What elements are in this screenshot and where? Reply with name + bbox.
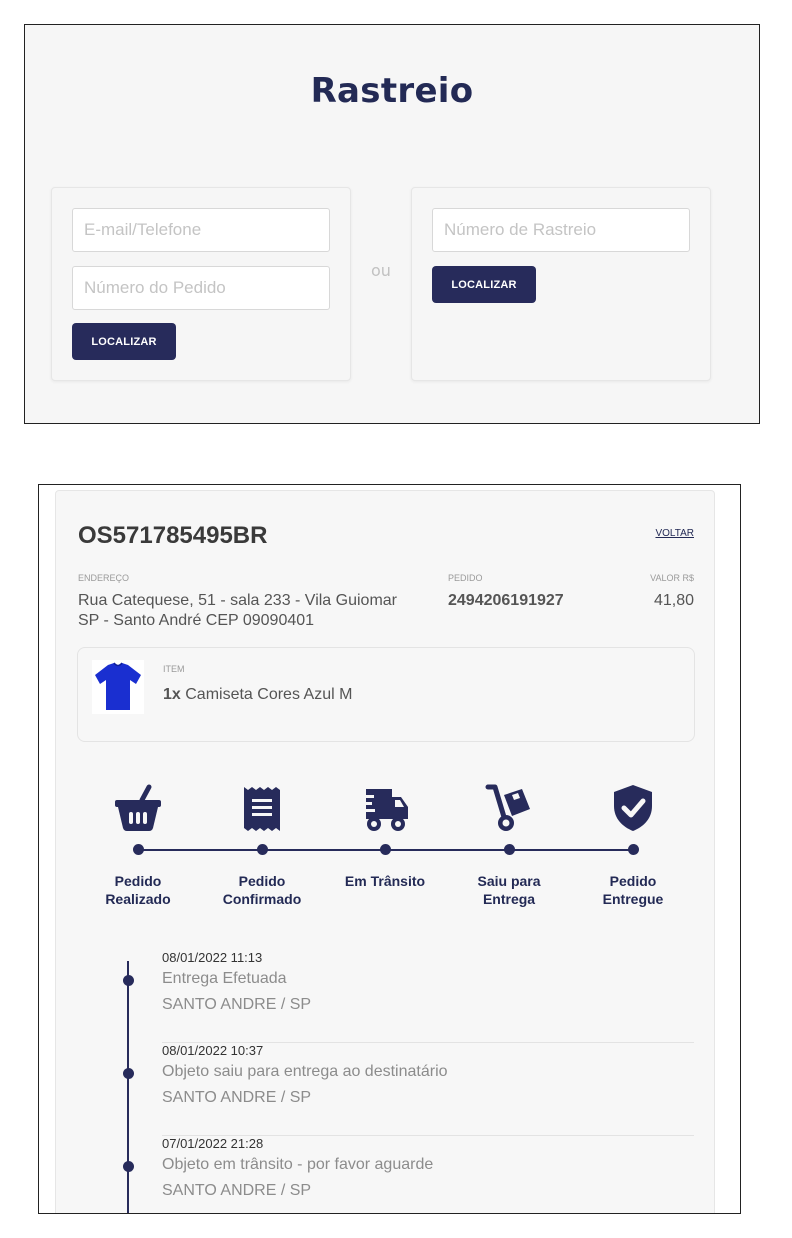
timeline-event: 07/01/2022 21:28 Objeto em trânsito - po…	[123, 1136, 694, 1213]
event-status: Entrega Efetuada	[162, 970, 287, 987]
timeline-dot	[123, 1161, 134, 1172]
item-label: ITEM	[163, 664, 185, 674]
order-number: 2494206191927	[448, 592, 564, 609]
event-location: SANTO ANDRE / SP	[162, 996, 312, 1013]
step-label-line: Confirmado	[222, 891, 302, 907]
event-date: 08/01/2022 10:37	[162, 1043, 264, 1058]
step-label-line: Pedido	[238, 873, 286, 889]
event-date: 07/01/2022 21:28	[162, 1136, 264, 1151]
step-dot-5	[628, 844, 639, 855]
event-location: SANTO ANDRE / SP	[162, 1182, 312, 1199]
order-search-card: LOCALIZAR	[51, 187, 351, 381]
back-link[interactable]: VOLTAR	[655, 528, 694, 539]
timeline-dot	[123, 975, 134, 986]
step-label-in-transit: Em Trânsito	[330, 872, 440, 890]
timeline-event: 08/01/2022 11:13 Entrega Efetuada SANTO …	[123, 950, 694, 1043]
step-dot-2	[257, 844, 268, 855]
timeline-dot	[123, 1068, 134, 1079]
tracking-result-card: OS571785495BR VOLTAR ENDEREÇO Rua Catequ…	[55, 490, 715, 1213]
step-label-line: Pedido	[114, 873, 162, 889]
step-label-line: Em Trânsito	[344, 873, 426, 889]
event-status: Objeto saiu para entrega ao destinatário	[162, 1063, 448, 1080]
tracking-code: OS571785495BR	[78, 522, 268, 549]
order-value: 41,80	[653, 592, 694, 609]
step-label-line: Saiu para	[477, 873, 541, 889]
step-label-out-for-delivery: Saiu para Entrega	[454, 872, 564, 908]
basket-icon	[115, 784, 161, 831]
address-line-2: SP - Santo André CEP 09090401	[78, 612, 315, 629]
value-label: VALOR R$	[650, 573, 694, 583]
dolly-icon	[485, 784, 530, 831]
email-phone-input[interactable]	[72, 208, 330, 252]
step-label-line: Entregue	[602, 891, 664, 907]
shield-check-icon	[614, 785, 652, 831]
event-status: Objeto em trânsito - por favor aguarde	[162, 1156, 434, 1173]
tracking-search-panel: Rastreio LOCALIZAR ou LOCALIZAR	[24, 24, 760, 424]
item-description: 1x Camiseta Cores Azul M	[163, 686, 352, 704]
event-date: 08/01/2022 11:13	[162, 950, 263, 965]
locate-order-button[interactable]: LOCALIZAR	[72, 323, 176, 360]
tracking-result-panel: OS571785495BR VOLTAR ENDEREÇO Rua Catequ…	[38, 484, 741, 1214]
receipt-icon	[244, 787, 280, 831]
address-line-1: Rua Catequese, 51 - sala 233 - Vila Guio…	[78, 592, 397, 609]
step-label-line: Realizado	[105, 891, 171, 907]
or-separator: ou	[371, 261, 391, 280]
step-dot-4	[504, 844, 515, 855]
step-dot-1	[133, 844, 144, 855]
order-number-input[interactable]	[72, 266, 330, 310]
order-label: PEDIDO	[448, 573, 483, 583]
item-card: ITEM 1x Camiseta Cores Azul M	[77, 647, 695, 742]
step-label-ordered: Pedido Realizado	[83, 872, 193, 908]
timeline-track	[127, 961, 129, 1213]
tshirt-icon	[92, 660, 144, 714]
truck-fast-icon	[358, 789, 408, 831]
step-label-delivered: Pedido Entregue	[578, 872, 688, 908]
locate-tracking-button[interactable]: LOCALIZAR	[432, 266, 536, 303]
item-name: Camiseta Cores Azul M	[185, 686, 353, 703]
address-label: ENDEREÇO	[78, 573, 130, 583]
step-dot-3	[380, 844, 391, 855]
page-title: Rastreio	[310, 71, 474, 111]
step-label-confirmed: Pedido Confirmado	[207, 872, 317, 908]
step-label-line: Pedido	[609, 873, 657, 889]
tracking-number-input[interactable]	[432, 208, 690, 252]
event-location: SANTO ANDRE / SP	[162, 1089, 312, 1106]
timeline-event: 08/01/2022 10:37 Objeto saiu para entreg…	[123, 1043, 694, 1136]
step-label-line: Entrega	[482, 891, 536, 907]
tracking-search-card: LOCALIZAR	[411, 187, 711, 381]
item-quantity: 1x	[163, 686, 181, 703]
